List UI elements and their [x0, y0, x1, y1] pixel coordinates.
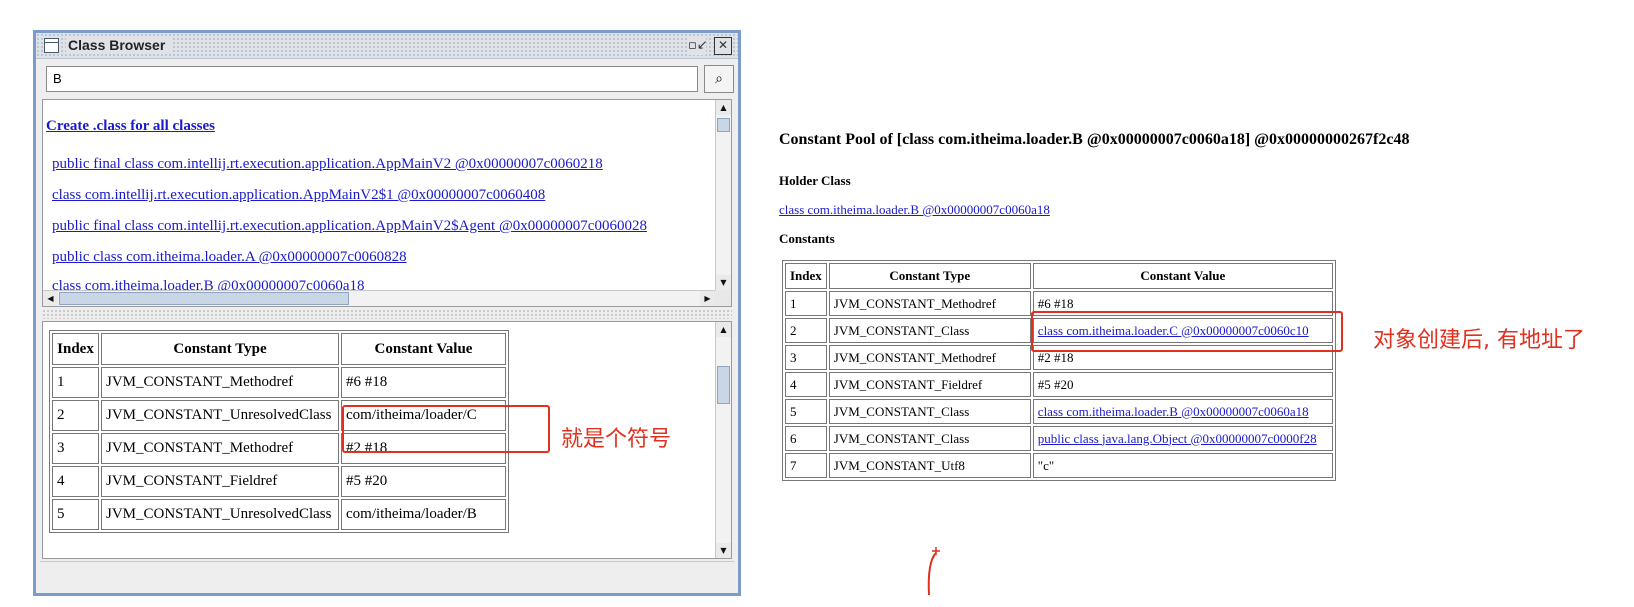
annotation-note-left: 就是个符号	[561, 427, 672, 452]
right-table-viewport: Index Constant Type Constant Value 1 JVM_…	[782, 260, 1337, 500]
create-class-link[interactable]: Create .class for all classes	[46, 118, 215, 135]
scroll-thumb[interactable]	[717, 118, 730, 132]
constants-label: Constants	[779, 231, 835, 246]
binoculars-icon[interactable]: ⌕	[704, 65, 734, 93]
column-header-value: Constant Value	[341, 333, 506, 365]
cell-value: #5 #20	[1032, 372, 1333, 397]
scroll-down-icon[interactable]: ▼	[716, 275, 731, 290]
class-list-pane: Create .class for all classes public fin…	[42, 99, 732, 307]
cell-type: JVM_CONSTANT_Class	[828, 399, 1031, 424]
scroll-down-icon[interactable]: ▼	[716, 543, 731, 558]
constant-pool-vscrollbar[interactable]: ▲ ▼	[715, 322, 731, 558]
holder-class-label: Holder Class	[779, 173, 851, 188]
annotation-note-right: 对象创建后, 有地址了	[1373, 328, 1585, 353]
column-header-type: Constant Type	[828, 263, 1031, 289]
annotation-box-left	[342, 405, 550, 453]
class-browser-window: Class Browser ▫↙ ✕ B ⌕ Create .class for…	[33, 30, 741, 596]
scroll-thumb[interactable]	[717, 366, 730, 404]
cell-index: 1	[52, 367, 99, 398]
cell-index: 6	[785, 426, 827, 451]
split-pane-divider[interactable]	[42, 309, 732, 319]
table-row: 5 JVM_CONSTANT_UnresolvedClass com/itheima…	[52, 499, 506, 530]
class-list-item[interactable]: public final class com.intellij.rt.execu…	[52, 156, 603, 173]
annotation-box-right	[1031, 311, 1343, 352]
pen-cursor-mark	[927, 547, 940, 596]
cell-type: JVM_CONSTANT_Methodref	[101, 367, 339, 398]
hscroll-thumb[interactable]	[59, 292, 349, 305]
cell-index: 5	[52, 499, 99, 530]
close-icon[interactable]: ✕	[714, 37, 732, 55]
table-row: 5 JVM_CONSTANT_Class class com.itheima.loa…	[785, 399, 1333, 424]
cell-type: JVM_CONSTANT_Methodref	[828, 345, 1031, 370]
cell-index: 1	[785, 291, 827, 316]
cell-type: JVM_CONSTANT_Utf8	[828, 453, 1031, 478]
class-list-hscrollbar[interactable]: ◀ ▶	[43, 290, 715, 306]
cell-index: 4	[785, 372, 827, 397]
class-list-item[interactable]: public final class com.intellij.rt.execu…	[52, 218, 647, 235]
cell-index: 3	[52, 433, 99, 464]
status-bar	[40, 561, 734, 589]
cell-type: JVM_CONSTANT_Methodref	[828, 291, 1031, 316]
cell-index: 7	[785, 453, 827, 478]
column-header-index: Index	[52, 333, 99, 365]
constant-value-link[interactable]: public class java.lang.Object @0x0000000…	[1038, 431, 1317, 446]
cell-value: #5 #20	[341, 466, 506, 497]
class-list-item[interactable]: class com.intellij.rt.execution.applicat…	[52, 187, 545, 204]
pen-stroke	[927, 552, 937, 596]
search-bar: B ⌕	[40, 63, 734, 95]
table-row: 6 JVM_CONSTANT_Class public class java.lan…	[785, 426, 1333, 451]
cell-value: #6 #18	[341, 367, 506, 398]
right-constant-table: Index Constant Type Constant Value 1 JVM_…	[782, 260, 1336, 481]
window-icon	[44, 38, 59, 53]
class-list-item[interactable]: public class com.itheima.loader.A @0x000…	[52, 249, 407, 266]
cell-index: 4	[52, 466, 99, 497]
table-row: 7 JVM_CONSTANT_Utf8 "c"	[785, 453, 1333, 478]
constant-value-link[interactable]: class com.itheima.loader.B @0x00000007c0…	[1038, 404, 1309, 419]
holder-class-link[interactable]: class com.itheima.loader.B @0x00000007c0…	[779, 202, 1050, 218]
page-title: Constant Pool of [class com.itheima.load…	[779, 131, 1410, 148]
search-input[interactable]: B	[46, 66, 698, 92]
crosshair-icon	[932, 547, 940, 555]
table-row: 4 JVM_CONSTANT_Fieldref #5 #20	[52, 466, 506, 497]
cell-type: JVM_CONSTANT_Class	[828, 318, 1031, 343]
cell-type: JVM_CONSTANT_UnresolvedClass	[101, 400, 339, 431]
scroll-up-icon[interactable]: ▲	[716, 322, 731, 337]
restore-icon[interactable]: ▫↙	[688, 37, 708, 55]
cell-type: JVM_CONSTANT_Fieldref	[101, 466, 339, 497]
cell-index: 2	[52, 400, 99, 431]
cell-type: JVM_CONSTANT_Class	[828, 426, 1031, 451]
column-header-value: Constant Value	[1032, 263, 1333, 289]
titlebar[interactable]: Class Browser ▫↙ ✕	[36, 33, 738, 59]
column-header-index: Index	[785, 263, 827, 289]
cell-index: 2	[785, 318, 827, 343]
cell-type: JVM_CONSTANT_Methodref	[101, 433, 339, 464]
scroll-right-icon[interactable]: ▶	[700, 291, 715, 306]
scroll-corner	[715, 290, 731, 306]
scroll-left-icon[interactable]: ◀	[43, 291, 58, 306]
window-title: Class Browser	[66, 36, 172, 54]
cell-value: public class java.lang.Object @0x0000000…	[1032, 426, 1333, 451]
cell-value: com/itheima/loader/B	[341, 499, 506, 530]
scroll-up-icon[interactable]: ▲	[716, 100, 731, 115]
class-list-vscrollbar[interactable]: ▲ ▼	[715, 100, 731, 290]
cell-index: 5	[785, 399, 827, 424]
table-row: 4 JVM_CONSTANT_Fieldref #5 #20	[785, 372, 1333, 397]
cell-value: class com.itheima.loader.B @0x00000007c0…	[1032, 399, 1333, 424]
cell-type: JVM_CONSTANT_Fieldref	[828, 372, 1031, 397]
column-header-type: Constant Type	[101, 333, 339, 365]
cell-type: JVM_CONSTANT_UnresolvedClass	[101, 499, 339, 530]
table-row: 1 JVM_CONSTANT_Methodref #6 #18	[52, 367, 506, 398]
cell-index: 3	[785, 345, 827, 370]
cell-value: "c"	[1032, 453, 1333, 478]
